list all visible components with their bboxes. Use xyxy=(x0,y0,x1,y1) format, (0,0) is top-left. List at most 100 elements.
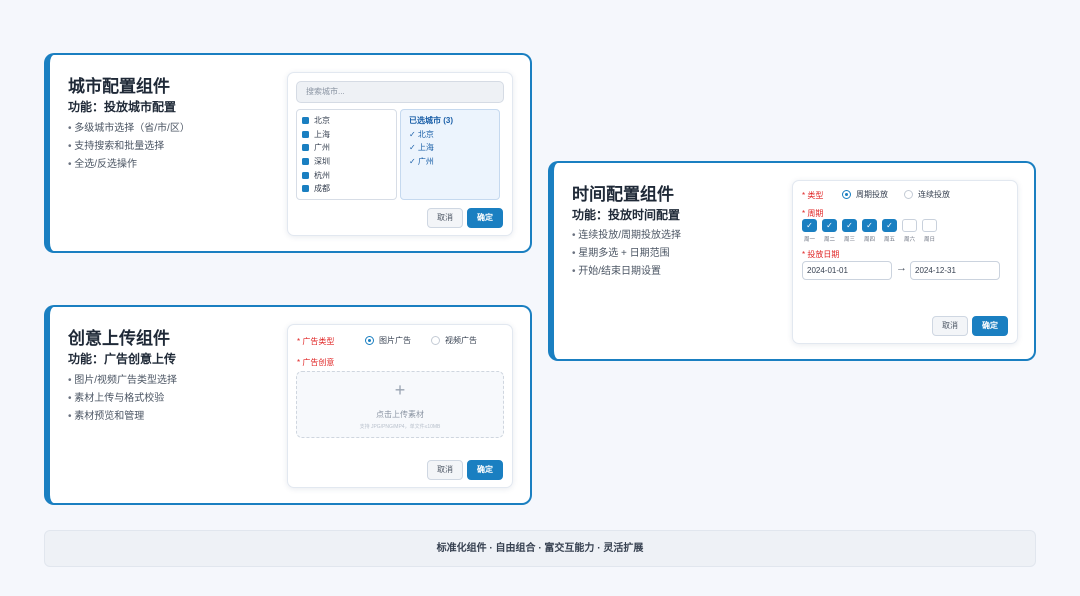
card-title: 创意上传组件 xyxy=(68,329,170,348)
check-icon[interactable]: ✓ xyxy=(862,219,877,232)
city-label: 杭州 xyxy=(314,170,330,180)
selected-cities-box: 已选城市 (3) ✓ 北京 ✓ 上海 ✓ 广州 xyxy=(400,109,500,200)
radio-label: 图片广告 xyxy=(379,336,411,345)
city-config-card: 城市配置组件 功能：投放城市配置 多级城市选择（省/市/区） 支持搜索和批量选择… xyxy=(44,53,532,253)
checkbox-icon[interactable] xyxy=(302,117,309,125)
feature-item: 开始/结束日期设置 xyxy=(572,263,681,281)
footer-tagline: 标准化组件 · 自由组合 · 富交互能力 · 灵活扩展 xyxy=(44,530,1036,567)
weekday-fri[interactable]: ✓ 周五 xyxy=(882,219,897,243)
city-option[interactable]: 成都 xyxy=(302,182,396,196)
radio-label: 视频广告 xyxy=(445,336,477,345)
city-option[interactable]: 北京 xyxy=(302,114,396,128)
creative-upload-panel: * 广告类型 图片广告 视频广告 * 广告创意 + 点击上传素材 支持 JPG/… xyxy=(287,324,513,488)
weekday-mon[interactable]: ✓ 周一 xyxy=(802,219,817,243)
card-title: 城市配置组件 xyxy=(68,77,170,96)
weekday-label: 周六 xyxy=(903,237,915,243)
schedule-type-label: * 类型 xyxy=(802,191,824,200)
selected-city[interactable]: ✓ 广州 xyxy=(409,155,499,169)
weekday-wed[interactable]: ✓ 周三 xyxy=(842,219,857,243)
feature-list: 连续投放/周期投放选择 星期多选 + 日期范围 开始/结束日期设置 xyxy=(572,227,681,281)
card-subtitle: 功能：投放城市配置 xyxy=(68,100,177,114)
radio-label: 周期投放 xyxy=(856,190,888,199)
city-search-input[interactable]: 搜索城市... xyxy=(296,81,504,103)
cancel-button[interactable]: 取消 xyxy=(427,460,463,480)
feature-item: 多级城市选择（省/市/区） xyxy=(68,120,190,138)
start-date-input[interactable]: 2024-01-01 xyxy=(802,261,892,280)
arrow-right-icon: → xyxy=(896,262,907,274)
weekday-tue[interactable]: ✓ 周二 xyxy=(822,219,837,243)
radio-video-ad[interactable]: 视频广告 xyxy=(431,335,477,346)
time-config-panel: * 类型 周期投放 连续投放 * 周期 ✓ 周一 ✓ 周二 ✓ 周三 ✓ 周四 ✓ 周五 … xyxy=(792,180,1018,344)
check-icon[interactable]: ✓ xyxy=(822,219,837,232)
city-label: 北京 xyxy=(314,116,330,126)
feature-item: 图片/视频广告类型选择 xyxy=(68,372,177,390)
plus-icon: + xyxy=(394,380,406,400)
radio-image-ad[interactable]: 图片广告 xyxy=(365,335,411,346)
card-title: 时间配置组件 xyxy=(572,185,674,204)
city-selector-panel: 搜索城市... 北京 上海 广州 深圳 杭州 成都 已选城市 (3) ✓ 北京 … xyxy=(287,72,513,236)
period-label: * 周期 xyxy=(802,209,824,218)
radio-unselected-icon[interactable] xyxy=(431,336,440,345)
checkbox-icon[interactable] xyxy=(302,185,309,193)
selected-city[interactable]: ✓ 北京 xyxy=(409,128,499,142)
city-list: 北京 上海 广州 深圳 杭州 成都 xyxy=(296,109,397,200)
weekday-selector: ✓ 周一 ✓ 周二 ✓ 周三 ✓ 周四 ✓ 周五 周六 周日 xyxy=(802,219,942,243)
feature-list: 图片/视频广告类型选择 素材上传与格式校验 素材预览和管理 xyxy=(68,372,177,426)
weekday-label: 周三 xyxy=(843,237,855,243)
selected-cities-header: 已选城市 (3) xyxy=(409,116,453,126)
radio-continuous[interactable]: 连续投放 xyxy=(904,189,950,200)
city-option[interactable]: 上海 xyxy=(302,128,396,142)
city-option[interactable]: 广州 xyxy=(302,141,396,155)
card-subtitle: 功能：广告创意上传 xyxy=(68,352,177,366)
radio-selected-icon[interactable] xyxy=(842,190,851,199)
checkbox-icon[interactable] xyxy=(302,171,309,179)
empty-checkbox-icon[interactable] xyxy=(902,219,917,232)
radio-unselected-icon[interactable] xyxy=(904,190,913,199)
cancel-button[interactable]: 取消 xyxy=(932,316,968,336)
checkbox-icon[interactable] xyxy=(302,158,309,166)
checkbox-icon[interactable] xyxy=(302,130,309,138)
radio-selected-icon[interactable] xyxy=(365,336,374,345)
feature-list: 多级城市选择（省/市/区） 支持搜索和批量选择 全选/反选操作 xyxy=(68,120,190,174)
ad-creative-label: * 广告创意 xyxy=(297,358,335,367)
date-range-label: * 投放日期 xyxy=(802,250,840,259)
creative-upload-card: 创意上传组件 功能：广告创意上传 图片/视频广告类型选择 素材上传与格式校验 素… xyxy=(44,305,532,505)
card-subtitle: 功能：投放时间配置 xyxy=(572,208,681,222)
time-config-card: 时间配置组件 功能：投放时间配置 连续投放/周期投放选择 星期多选 + 日期范围… xyxy=(548,161,1036,361)
weekday-sun[interactable]: 周日 xyxy=(922,219,937,243)
weekday-sat[interactable]: 周六 xyxy=(902,219,917,243)
weekday-label: 周四 xyxy=(863,237,875,243)
confirm-button[interactable]: 确定 xyxy=(972,316,1008,336)
feature-item: 素材上传与格式校验 xyxy=(68,390,177,408)
city-label: 成都 xyxy=(314,184,330,194)
feature-item: 连续投放/周期投放选择 xyxy=(572,227,681,245)
city-option[interactable]: 深圳 xyxy=(302,155,396,169)
confirm-button[interactable]: 确定 xyxy=(467,208,503,228)
city-option[interactable]: 杭州 xyxy=(302,168,396,182)
city-label: 深圳 xyxy=(314,157,330,167)
confirm-button[interactable]: 确定 xyxy=(467,460,503,480)
checkbox-icon[interactable] xyxy=(302,144,309,152)
cancel-button[interactable]: 取消 xyxy=(427,208,463,228)
ad-type-label: * 广告类型 xyxy=(297,337,335,346)
weekday-label: 周五 xyxy=(883,237,895,243)
upload-dropzone[interactable]: + 点击上传素材 支持 JPG/PNG/MP4，单文件≤10MB xyxy=(296,371,504,438)
check-icon[interactable]: ✓ xyxy=(882,219,897,232)
empty-checkbox-icon[interactable] xyxy=(922,219,937,232)
selected-city[interactable]: ✓ 上海 xyxy=(409,141,499,155)
weekday-thu[interactable]: ✓ 周四 xyxy=(862,219,877,243)
weekday-label: 周二 xyxy=(823,237,835,243)
weekday-label: 周一 xyxy=(803,237,815,243)
upload-text: 点击上传素材 xyxy=(376,410,424,419)
feature-item: 全选/反选操作 xyxy=(68,156,190,174)
radio-periodic[interactable]: 周期投放 xyxy=(842,189,888,200)
check-icon[interactable]: ✓ xyxy=(802,219,817,232)
radio-label: 连续投放 xyxy=(918,190,950,199)
feature-item: 素材预览和管理 xyxy=(68,408,177,426)
check-icon[interactable]: ✓ xyxy=(842,219,857,232)
end-date-input[interactable]: 2024-12-31 xyxy=(910,261,1000,280)
feature-item: 支持搜索和批量选择 xyxy=(68,138,190,156)
city-label: 上海 xyxy=(314,129,330,139)
feature-item: 星期多选 + 日期范围 xyxy=(572,245,681,263)
weekday-label: 周日 xyxy=(923,237,935,243)
